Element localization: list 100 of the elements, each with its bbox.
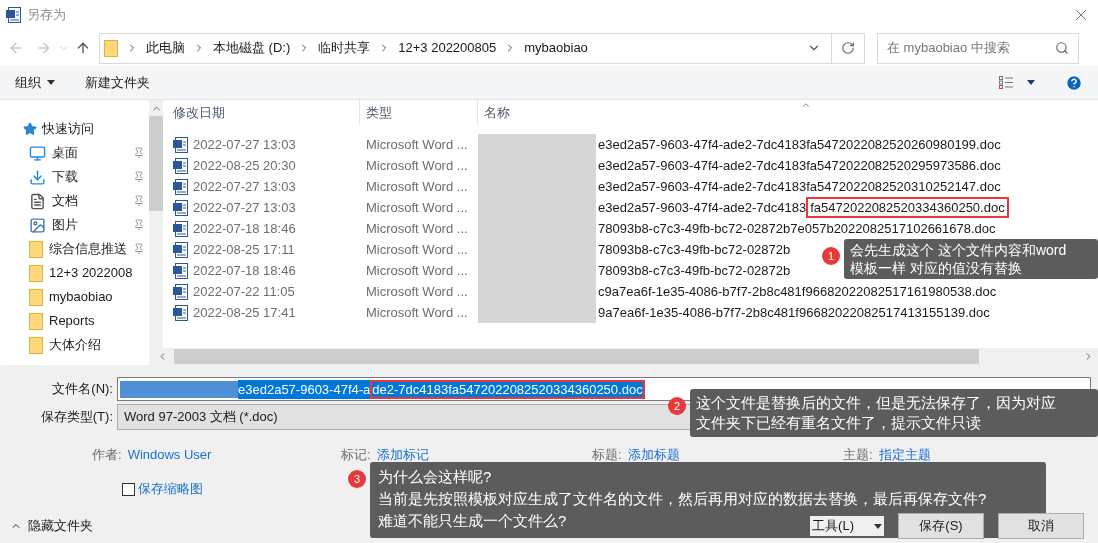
pin-icon[interactable]: [133, 219, 145, 231]
modified-date: 2022-07-27 13:03: [193, 135, 296, 154]
file-name[interactable]: 78093b8-c7c3-49fb-bc72-02872b: [596, 239, 791, 260]
file-name[interactable]: e3ed2a57-9603-47f4-ade2-7dc4183fa5472022082520260980199.doc: [596, 134, 1001, 155]
sidebar-item[interactable]: 图片: [0, 213, 149, 237]
save-button[interactable]: 保存(S): [898, 513, 984, 539]
address-bar[interactable]: 此电脑 本地磁盘 (D:) 临时共享 12+3 202200805 mybaobiao: [99, 32, 832, 64]
modified-date: 2022-08-25 17:11: [193, 240, 295, 259]
search-field[interactable]: 在 mybaobiao 中搜索: [877, 32, 1079, 64]
word-document-icon: [6, 7, 21, 23]
sidebar-item[interactable]: 12+3 2022008: [0, 261, 149, 285]
metadata-link[interactable]: 添加标题: [627, 445, 680, 465]
file-type: Microsoft Word ...: [365, 261, 469, 280]
refresh-button[interactable]: [831, 32, 865, 64]
file-name[interactable]: e3ed2a57-9603-47f4-ade2-7dc4183 fa5472022082520334360250.doc: [596, 197, 1009, 218]
file-type: Microsoft Word ...: [365, 135, 469, 154]
file-type: Microsoft Word ...: [365, 282, 469, 301]
file-type: Microsoft Word ...: [365, 177, 469, 196]
file-name[interactable]: e3ed2a57-9603-47f4-ade2-7dc4183fa5472022082520295973586.doc: [596, 155, 1001, 176]
folder-icon: [29, 336, 43, 354]
column-header[interactable]: 名称: [478, 100, 1098, 125]
breadcrumb-item[interactable]: mybaobiao: [524, 38, 588, 58]
modified-date: 2022-07-22 11:05: [193, 282, 295, 301]
file-name[interactable]: 78093b8-c7c3-49fb-bc72-02872b7e057b2022082517102661678.doc: [596, 218, 996, 239]
forward-icon[interactable]: [36, 40, 52, 56]
up-icon[interactable]: [75, 40, 91, 56]
file-type: Microsoft Word ...: [365, 240, 469, 259]
hide-folders-toggle[interactable]: 隐藏文件夹: [28, 516, 93, 536]
sidebar-item[interactable]: 综合信息推送: [0, 237, 149, 261]
new-folder-button[interactable]: 新建文件夹: [85, 72, 150, 93]
horizontal-scrollbar[interactable]: [153, 348, 1098, 365]
word-document-icon: [173, 304, 188, 321]
back-icon[interactable]: [8, 40, 24, 56]
sidebar-item[interactable]: Reports: [0, 309, 149, 333]
monitor-icon: [29, 144, 46, 162]
view-options-icon[interactable]: [999, 76, 1013, 89]
word-document-icon: [173, 283, 188, 300]
metadata-label: 作者:: [92, 446, 122, 465]
folder-icon: [29, 240, 43, 258]
file-name[interactable]: 78093b8-c7c3-49fb-bc72-02872b: [596, 260, 791, 281]
word-document-icon: [173, 178, 188, 195]
word-document-icon: [173, 199, 188, 216]
save-type-label: 保存类型(T):: [39, 408, 114, 427]
file-type: Microsoft Word ...: [365, 303, 469, 322]
search-icon: [1055, 41, 1069, 55]
file-type: Microsoft Word ...: [365, 219, 469, 238]
breadcrumb-item[interactable]: 临时共享: [318, 38, 371, 58]
tools-menu[interactable]: 工具(L): [810, 516, 884, 536]
modified-date: 2022-08-25 20:30: [193, 156, 296, 175]
help-icon[interactable]: [1065, 73, 1083, 92]
metadata-link[interactable]: 指定主题: [878, 445, 931, 465]
sidebar-item[interactable]: 下载: [0, 165, 149, 189]
checkbox-label[interactable]: 保存缩略图: [138, 479, 203, 499]
word-document-icon: [173, 220, 188, 237]
thumbnail-checkbox[interactable]: [122, 482, 135, 496]
metadata-label: 主题:: [843, 446, 873, 465]
word-document-icon: [173, 262, 188, 279]
folder-icon: [104, 39, 118, 57]
picture-icon: [29, 216, 46, 234]
breadcrumb-item[interactable]: 此电脑: [146, 38, 185, 58]
metadata-label: 标记:: [341, 446, 371, 465]
modified-date: 2022-07-18 18:46: [193, 219, 296, 238]
vertical-scrollbar[interactable]: [149, 100, 163, 365]
metadata-label: 标题:: [592, 446, 622, 465]
metadata-link[interactable]: 添加标记: [376, 445, 429, 465]
modified-date: 2022-07-27 13:03: [193, 198, 296, 217]
modified-date: 2022-07-18 18:46: [193, 261, 296, 280]
file-name-label: 文件名(N):: [51, 380, 114, 399]
word-document-icon: [173, 241, 188, 258]
sidebar-item[interactable]: 大体介绍: [0, 333, 149, 357]
metadata-link[interactable]: Windows User: [127, 445, 212, 465]
breadcrumb-item[interactable]: 本地磁盘 (D:): [213, 38, 291, 58]
cancel-button[interactable]: 取消: [998, 513, 1084, 539]
file-name[interactable]: e3ed2a57-9603-47f4-ade2-7dc4183fa5472022082520310252147.doc: [596, 176, 1001, 197]
download-icon: [29, 168, 46, 186]
breadcrumb-item[interactable]: 12+3 202200805: [398, 38, 497, 58]
file-name[interactable]: 9a7ea6f-1e35-4086-b7f7-2b8c481f96682022082517413155139.doc: [596, 302, 990, 323]
file-type: Microsoft Word ...: [365, 198, 469, 217]
annotation-tooltip: 这个文件是替换后的文件，但是无法保存了，因为对应 文件夹下已经有重名文件了，提示文件只读: [690, 389, 1098, 437]
pin-icon[interactable]: [133, 195, 145, 207]
pin-icon[interactable]: [133, 171, 145, 183]
folder-icon: [29, 264, 43, 282]
star-icon: [23, 122, 37, 136]
organize-menu[interactable]: 组织: [15, 72, 55, 93]
column-header[interactable]: 类型: [360, 100, 478, 125]
file-type: Microsoft Word ...: [365, 156, 469, 175]
file-name[interactable]: c9a7ea6f-1e35-4086-b7f7-2b8c481f96682022082517161980538.doc: [596, 281, 997, 302]
sidebar-item[interactable]: mybaobiao: [0, 285, 149, 309]
pin-icon[interactable]: [133, 147, 145, 159]
sidebar-heading[interactable]: 快速访问: [42, 119, 94, 139]
modified-date: 2022-07-27 13:03: [193, 177, 296, 196]
folder-icon: [29, 312, 43, 330]
sidebar-item[interactable]: 桌面: [0, 141, 149, 165]
caret-icon[interactable]: [1027, 80, 1035, 85]
sidebar-item[interactable]: 文档: [0, 189, 149, 213]
word-document-icon: [173, 136, 188, 153]
step-badge: 1: [822, 247, 840, 265]
pin-icon[interactable]: [133, 243, 145, 255]
folder-icon: [29, 288, 43, 306]
column-header[interactable]: 修改日期: [153, 100, 360, 125]
